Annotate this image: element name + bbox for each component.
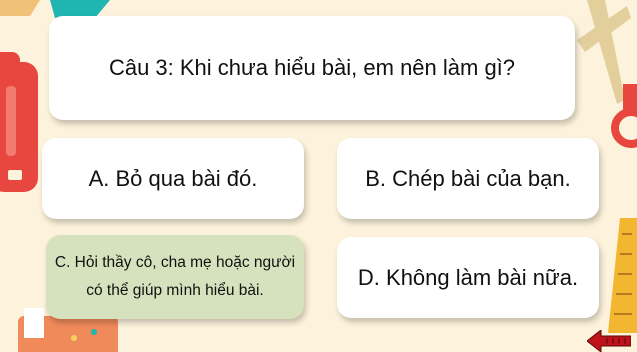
ruler-decoration: [608, 218, 637, 333]
answer-d-label: D. Không làm bài nữa.: [357, 264, 579, 290]
answer-c-label: C. Hỏi thầy cô, cha mẹ hoặc người có thể…: [54, 254, 296, 299]
scissors-decoration: [577, 0, 637, 148]
answer-d-button[interactable]: D. Không làm bài nữa.: [337, 237, 599, 318]
answer-a-button[interactable]: A. Bỏ qua bài đó.: [42, 138, 304, 219]
answer-c-button[interactable]: C. Hỏi thầy cô, cha mẹ hoặc người có thể…: [46, 235, 304, 319]
answer-b-button[interactable]: B. Chép bài của bạn.: [337, 138, 599, 219]
answer-a-label: A. Bỏ qua bài đó.: [88, 165, 258, 191]
answer-b-label: B. Chép bài của bạn.: [365, 165, 571, 191]
question-text: Câu 3: Khi chưa hiểu bài, em nên làm gì?: [108, 55, 516, 80]
back-arrow-icon[interactable]: [587, 330, 631, 352]
red-backpack-decoration: [0, 52, 38, 192]
question-card: Câu 3: Khi chưa hiểu bài, em nên làm gì?: [49, 16, 575, 120]
